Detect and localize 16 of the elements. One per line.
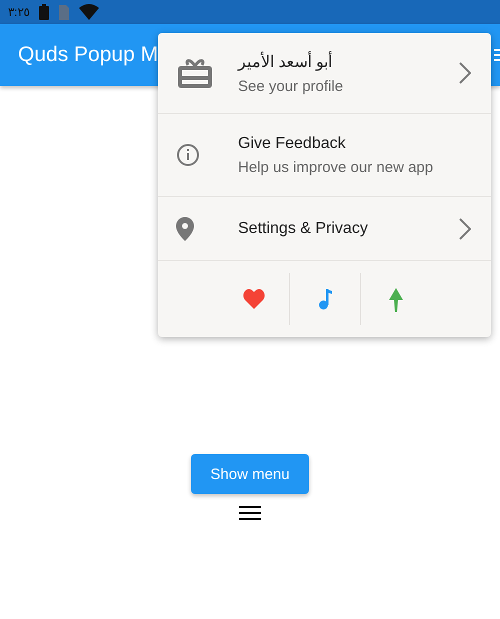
location-pin-icon <box>176 216 194 240</box>
menu-icon[interactable] <box>239 506 261 520</box>
sim-card-icon <box>59 4 70 20</box>
info-icon <box>176 143 200 167</box>
menu-item-title: Give Feedback <box>238 134 347 152</box>
menu-item[interactable]: Give Feedback Help us improve our new app <box>158 114 491 197</box>
app-title: Quds Popup M <box>18 43 158 67</box>
gift-card-icon <box>176 56 214 90</box>
menu-item[interactable]: Settings & Privacy <box>158 197 491 261</box>
battery-icon <box>39 4 50 20</box>
wifi-icon <box>79 4 100 20</box>
menu-item-subtitle: Help us improve our new app <box>238 158 434 176</box>
menu-item-subtitle: See your profile <box>238 78 344 94</box>
menu-item-title: Settings & Privacy <box>238 220 369 238</box>
menu-item-title: أبو أسعد الأمير <box>238 52 459 72</box>
status-time: ٣:٢٥ <box>8 5 30 19</box>
